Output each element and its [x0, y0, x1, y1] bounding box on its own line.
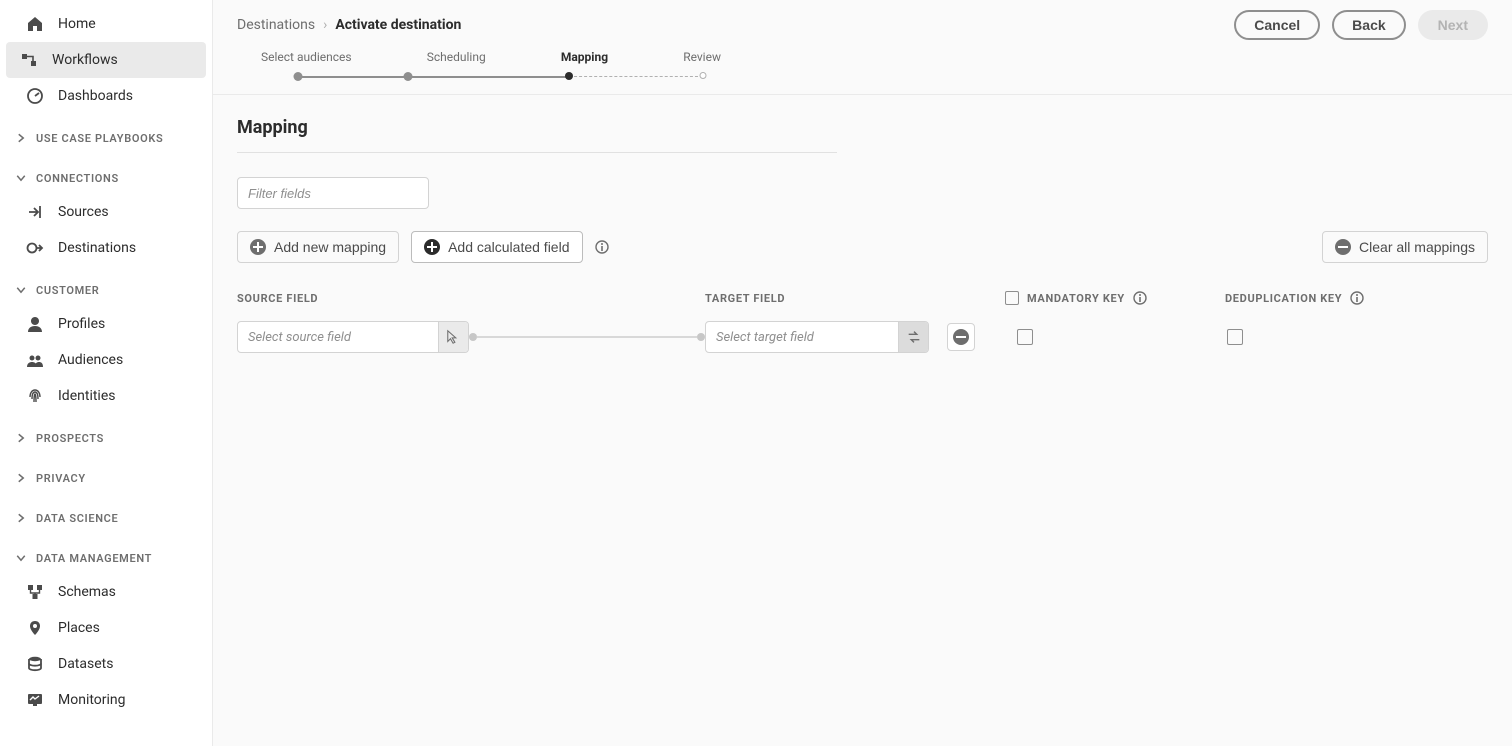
cancel-button[interactable]: Cancel [1234, 10, 1320, 40]
step-dot-active [565, 72, 573, 80]
nav-profiles[interactable]: Profiles [0, 306, 212, 342]
chevron-down-icon [14, 551, 28, 565]
nav-sources[interactable]: Sources [0, 194, 212, 230]
chevron-down-icon [14, 171, 28, 185]
sidebar: Home Workflows Dashboards USE CASE PLAYB… [0, 0, 213, 746]
breadcrumb-current: Activate destination [335, 17, 461, 33]
nav-label: Home [58, 16, 96, 32]
section-customer[interactable]: CUSTOMER [0, 274, 212, 306]
nav-places[interactable]: Places [0, 610, 212, 646]
nav-label: Workflows [52, 52, 118, 68]
nav-destinations[interactable]: Destinations [0, 230, 212, 266]
chevron-right-icon: › [323, 17, 327, 33]
chevron-right-icon [14, 511, 28, 525]
minus-icon [953, 329, 969, 345]
plus-icon [250, 239, 266, 255]
step-review: Review [683, 50, 721, 64]
datasets-icon [26, 655, 44, 673]
nav-schemas[interactable]: Schemas [0, 574, 212, 610]
title-divider [237, 152, 837, 153]
mandatory-key-header-checkbox[interactable] [1005, 291, 1019, 305]
col-dedup-key: Deduplication Key [1225, 292, 1342, 305]
section-connections[interactable]: CONNECTIONS [0, 162, 212, 194]
info-icon[interactable] [1133, 291, 1147, 305]
step-mapping[interactable]: Mapping [561, 50, 608, 64]
step-dot [293, 72, 302, 81]
schemas-icon [26, 583, 44, 601]
remove-mapping-button[interactable] [947, 323, 975, 351]
chevron-right-icon [14, 471, 28, 485]
dashboard-icon [26, 87, 44, 105]
step-dot [404, 72, 413, 81]
back-button[interactable]: Back [1332, 10, 1405, 40]
topbar: Destinations › Activate destination Canc… [213, 0, 1512, 50]
mandatory-key-checkbox[interactable] [1017, 329, 1033, 345]
mapping-row: Select source field Select target field [237, 321, 1488, 353]
breadcrumb: Destinations › Activate destination [237, 17, 461, 33]
nav-datasets[interactable]: Datasets [0, 646, 212, 682]
mapping-columns-header: Source Field Target Field Mandatory Key … [237, 291, 1488, 305]
col-mandatory-key: Mandatory Key [1027, 292, 1125, 305]
chevron-right-icon [14, 131, 28, 145]
target-field-select[interactable]: Select target field [705, 321, 929, 353]
swap-icon[interactable] [898, 322, 928, 352]
section-data-science[interactable]: DATA SCIENCE [0, 502, 212, 534]
nav-workflows[interactable]: Workflows [6, 42, 206, 78]
next-button: Next [1418, 10, 1488, 40]
nav-identities[interactable]: Identities [0, 378, 212, 414]
dedup-key-checkbox[interactable] [1227, 329, 1243, 345]
audiences-icon [26, 351, 44, 369]
info-icon[interactable] [1350, 291, 1364, 305]
fingerprint-icon [26, 387, 44, 405]
nav-dashboards[interactable]: Dashboards [0, 78, 212, 114]
breadcrumb-parent[interactable]: Destinations [237, 17, 315, 33]
section-data-management[interactable]: DATA MANAGEMENT [0, 542, 212, 574]
monitoring-icon [26, 691, 44, 709]
col-source-field: Source Field [237, 292, 705, 305]
main-content: Destinations › Activate destination Canc… [213, 0, 1512, 746]
section-privacy[interactable]: PRIVACY [0, 462, 212, 494]
plus-icon [424, 239, 440, 255]
nav-monitoring[interactable]: Monitoring [0, 682, 212, 718]
profile-icon [26, 315, 44, 333]
source-field-select[interactable]: Select source field [237, 321, 469, 353]
info-icon[interactable] [595, 240, 609, 254]
workflow-icon [20, 51, 38, 69]
chevron-right-icon [14, 431, 28, 445]
step-select-audiences[interactable]: Select audiences [261, 50, 352, 64]
nav-audiences[interactable]: Audiences [0, 342, 212, 378]
add-new-mapping-button[interactable]: Add new mapping [237, 231, 399, 263]
clear-all-mappings-button[interactable]: Clear all mappings [1322, 231, 1488, 263]
home-icon [26, 15, 44, 33]
section-use-case-playbooks[interactable]: USE CASE PLAYBOOKS [0, 122, 212, 154]
nav-label: Dashboards [58, 88, 133, 104]
wizard-stepper: Select audiences Scheduling Mapping Revi… [213, 50, 1512, 90]
places-icon [26, 619, 44, 637]
in-arrow-icon [26, 203, 44, 221]
nav-home[interactable]: Home [0, 6, 212, 42]
step-dot-future [699, 72, 706, 79]
minus-icon [1335, 239, 1351, 255]
mapping-connector [469, 333, 705, 341]
filter-fields-input[interactable] [237, 177, 429, 209]
chevron-down-icon [14, 283, 28, 297]
cursor-icon[interactable] [438, 322, 468, 352]
out-arrow-icon [26, 239, 44, 257]
page-title: Mapping [237, 117, 1488, 138]
add-calculated-field-button[interactable]: Add calculated field [411, 231, 582, 263]
col-target-field: Target Field [705, 292, 1005, 305]
section-prospects[interactable]: PROSPECTS [0, 422, 212, 454]
step-scheduling[interactable]: Scheduling [427, 50, 486, 64]
